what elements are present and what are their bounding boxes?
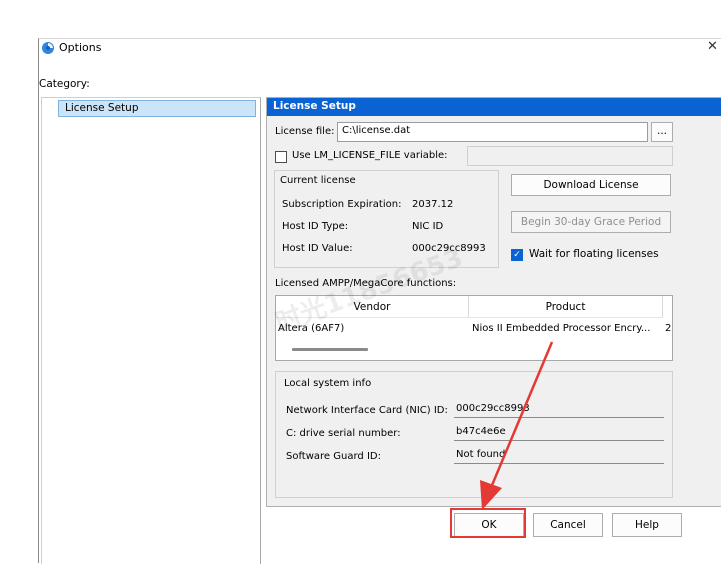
panel-header: License Setup [267, 98, 721, 116]
license-file-input[interactable]: C:\license.dat [337, 122, 648, 142]
extra-cell: 2 [665, 323, 672, 334]
subscription-expiration-value: 2037.12 [412, 199, 454, 210]
drive-serial-label: C: drive serial number: [286, 428, 401, 439]
functions-label: Licensed AMPP/MegaCore functions: [275, 278, 457, 289]
local-system-title: Local system info [284, 378, 372, 389]
close-icon[interactable]: ✕ [707, 39, 718, 54]
column-header-vendor[interactable]: Vendor [276, 296, 469, 318]
download-license-button[interactable]: Download License [511, 174, 671, 196]
category-list: License Setup [41, 97, 261, 564]
category-item-license-setup[interactable]: License Setup [58, 100, 256, 117]
help-button[interactable]: Help [612, 513, 682, 537]
table-row[interactable]: Altera (6AF7) Nios II Embedded Processor… [276, 320, 672, 338]
category-label: Category: [39, 78, 90, 90]
software-guard-label: Software Guard ID: [286, 451, 381, 462]
use-lm-label: Use LM_LICENSE_FILE variable: [292, 150, 448, 161]
title-bar: Options ✕ [39, 39, 721, 59]
license-file-label: License file: [275, 126, 335, 137]
window-title: Options [59, 41, 102, 54]
host-id-value-value: 000c29cc8993 [412, 243, 486, 254]
grace-period-button[interactable]: Begin 30-day Grace Period [511, 211, 671, 233]
horizontal-scrollbar[interactable] [292, 348, 368, 351]
wait-floating-label: Wait for floating licenses [529, 248, 659, 260]
subscription-expiration-label: Subscription Expiration: [282, 199, 402, 210]
host-id-type-label: Host ID Type: [282, 221, 349, 232]
app-icon [42, 42, 54, 54]
browse-button[interactable]: ... [651, 122, 673, 142]
options-dialog: Options ✕ Category: License Setup Licens… [38, 38, 721, 564]
use-lm-checkbox[interactable] [275, 151, 287, 163]
host-id-type-value: NIC ID [412, 221, 444, 232]
nic-id-label: Network Interface Card (NIC) ID: [286, 405, 448, 416]
cancel-button[interactable]: Cancel [533, 513, 603, 537]
vendor-cell: Altera (6AF7) [278, 323, 345, 334]
column-header-product[interactable]: Product [469, 296, 663, 318]
host-id-value-label: Host ID Value: [282, 243, 353, 254]
current-license-group: Current license Subscription Expiration:… [274, 170, 499, 268]
current-license-title: Current license [280, 175, 356, 186]
lm-license-input[interactable] [467, 146, 673, 166]
annotation-arrow-icon [480, 341, 554, 510]
product-cell: Nios II Embedded Processor Encry... [472, 323, 651, 334]
wait-floating-checkbox[interactable]: ✓ [511, 249, 523, 261]
